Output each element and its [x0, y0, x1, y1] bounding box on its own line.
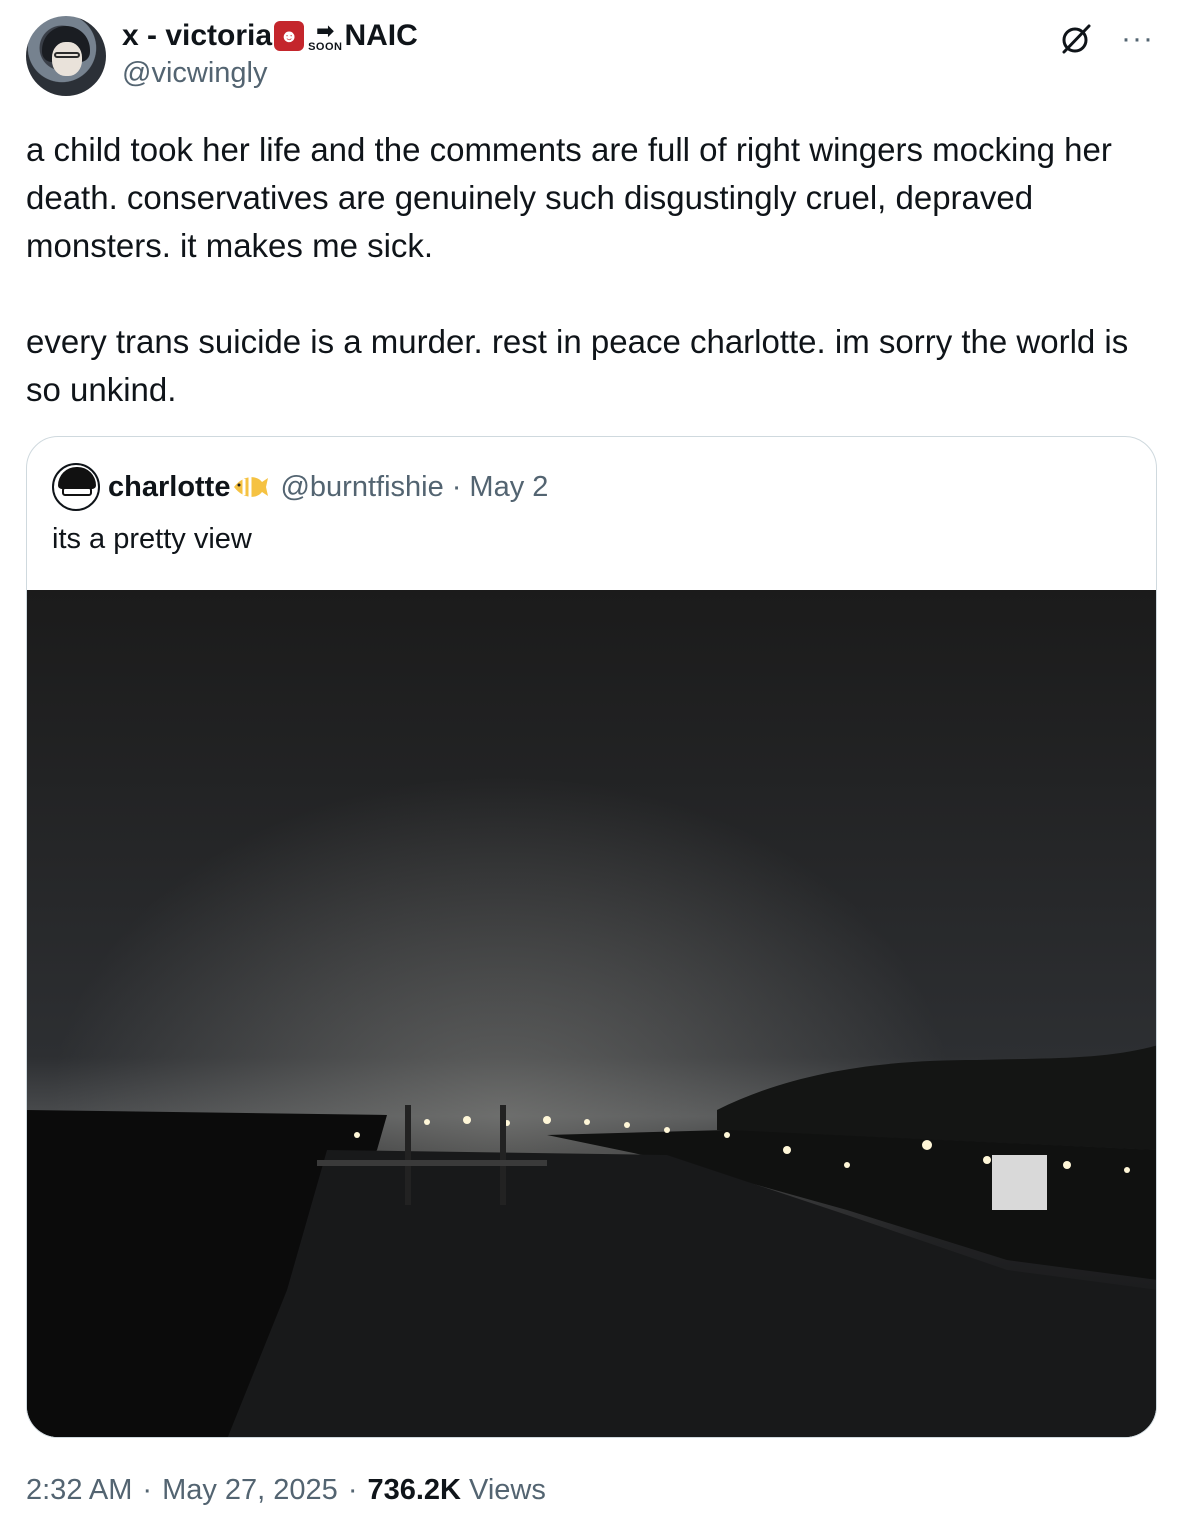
tweet-text: a child took her life and the comments a…	[26, 131, 1129, 408]
author-handle[interactable]: @vicwingly	[122, 56, 418, 90]
grok-icon[interactable]	[1059, 22, 1093, 56]
more-icon[interactable]: ···	[1121, 24, 1154, 54]
meta-separator: ·	[142, 1474, 153, 1506]
ogre-emoji-icon: ☻	[274, 21, 305, 51]
views-label: Views	[469, 1474, 546, 1506]
meta-separator: ·	[347, 1474, 358, 1506]
quote-header: charlotte @burntfishie · May 2	[52, 463, 548, 511]
soon-arrow-icon: ➡ SOON	[308, 17, 343, 53]
quote-text: its a pretty view	[52, 523, 252, 555]
display-name-prefix: x - victoria	[122, 19, 273, 52]
tweet-meta: 2:32 AM · May 27, 2025 · 736.2K Views	[26, 1474, 546, 1507]
tweet-time[interactable]: 2:32 AM	[26, 1474, 132, 1507]
quote-separator: ·	[451, 470, 462, 503]
tweet-date[interactable]: May 27, 2025	[162, 1474, 338, 1507]
quote-avatar	[52, 463, 100, 511]
fish-icon	[234, 477, 269, 497]
tweet-top-actions: ···	[1059, 22, 1154, 56]
quote-photo[interactable]	[27, 590, 1156, 1437]
views-count: 736.2K	[367, 1474, 461, 1506]
author-display-name[interactable]: x - victoria ☻ ➡ SOON NAIC	[122, 18, 418, 54]
soon-text: SOON	[308, 40, 343, 53]
author-names: x - victoria ☻ ➡ SOON NAIC @vicwingly	[122, 18, 418, 90]
quoted-tweet[interactable]: charlotte @burntfishie · May 2 its a pre…	[26, 436, 1157, 1438]
author-avatar[interactable]	[26, 16, 106, 96]
quote-date: May 2	[469, 470, 549, 503]
quote-handle: @burntfishie	[280, 470, 444, 503]
display-name-suffix: NAIC	[344, 19, 418, 52]
quote-display-name: charlotte	[108, 470, 231, 503]
